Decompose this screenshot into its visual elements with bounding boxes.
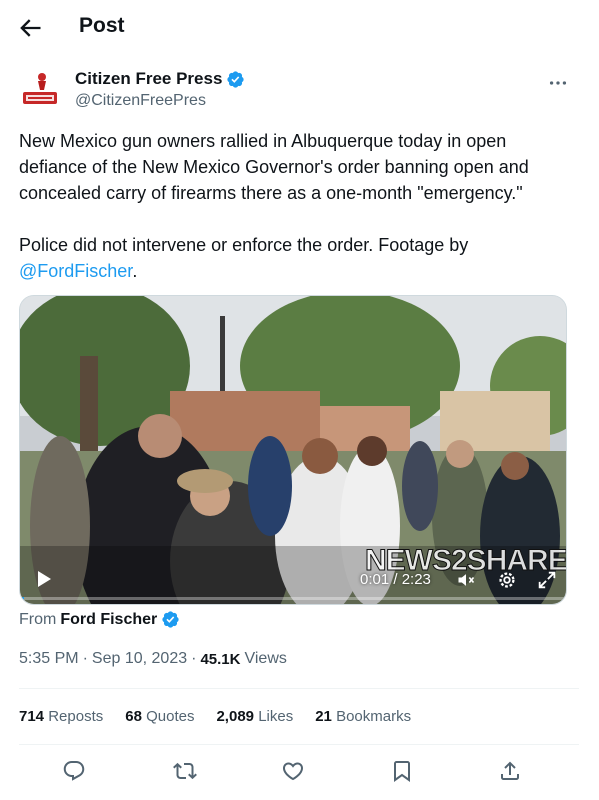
views-count: 45.1K <box>200 650 241 668</box>
meta-separator: · <box>191 650 197 667</box>
views-label: Views <box>244 650 287 667</box>
quotes-stat[interactable]: 68 Quotes <box>125 708 194 725</box>
reposts-label: Reposts <box>48 708 104 725</box>
video-player[interactable]: NEWS2SHARE 0:01 / 2:23 <box>19 295 567 605</box>
tweet-text: New Mexico gun owners rallied in Albuque… <box>19 128 579 284</box>
video-progress-fill <box>20 597 24 600</box>
bookmarks-label: Bookmarks <box>336 708 412 725</box>
gear-icon[interactable] <box>496 569 518 591</box>
verified-badge-icon <box>162 611 179 628</box>
author-block: Citizen Free Press @CitizenFreePres <box>0 64 599 120</box>
page-title: Post <box>79 14 125 37</box>
tweet-text-end: . <box>132 261 138 281</box>
post-time[interactable]: 5:35 PM <box>19 650 79 668</box>
source-name[interactable]: Ford Fischer <box>60 611 157 629</box>
repost-icon[interactable] <box>173 759 197 783</box>
quotes-count: 68 <box>125 708 142 725</box>
share-icon[interactable] <box>498 759 522 783</box>
bookmarks-stat[interactable]: 21 Bookmarks <box>315 708 411 725</box>
meta-separator: · <box>82 650 88 667</box>
divider <box>19 744 579 745</box>
reposts-count: 714 <box>19 708 45 725</box>
likes-label: Likes <box>258 708 294 725</box>
bookmarks-count: 21 <box>315 708 332 725</box>
video-progress-bar[interactable] <box>20 597 566 600</box>
post-header: Post <box>0 0 599 56</box>
volume-mute-icon[interactable] <box>455 570 477 590</box>
like-icon[interactable] <box>281 759 305 783</box>
reposts-stat[interactable]: 714 Reposts <box>19 708 103 725</box>
more-horizontal-icon[interactable] <box>547 72 569 94</box>
likes-count: 2,089 <box>216 708 255 725</box>
video-time: 0:01 / 2:23 <box>360 571 431 588</box>
engagement-stats: 714 Reposts 68 Quotes 2,089 Likes 21 Boo… <box>19 708 411 725</box>
post-date[interactable]: Sep 10, 2023 <box>92 650 187 668</box>
verified-badge-icon <box>227 70 245 88</box>
avatar[interactable] <box>18 68 62 112</box>
author-handle[interactable]: @CitizenFreePres <box>75 92 206 110</box>
tweet-body: New Mexico gun owners rallied in Albuque… <box>19 131 529 255</box>
fullscreen-icon[interactable] <box>536 569 558 591</box>
author-name-text[interactable]: Citizen Free Press <box>75 69 222 89</box>
post-meta: 5:35 PM · Sep 10, 2023 · 45.1K Views <box>19 650 287 668</box>
play-icon[interactable] <box>34 569 54 589</box>
quotes-label: Quotes <box>146 708 195 725</box>
reply-icon[interactable] <box>62 759 86 783</box>
arrow-left-icon[interactable] <box>16 14 44 42</box>
video-source: From Ford Fischer <box>19 610 180 629</box>
author-name[interactable]: Citizen Free Press <box>75 69 245 89</box>
mention-link[interactable]: @FordFischer <box>19 261 132 281</box>
divider <box>19 688 579 689</box>
from-prefix: From <box>19 610 57 628</box>
likes-stat[interactable]: 2,089 Likes <box>216 708 293 725</box>
bookmark-icon[interactable] <box>390 759 414 783</box>
action-bar <box>0 756 599 788</box>
citizen-free-press-logo <box>18 68 62 112</box>
